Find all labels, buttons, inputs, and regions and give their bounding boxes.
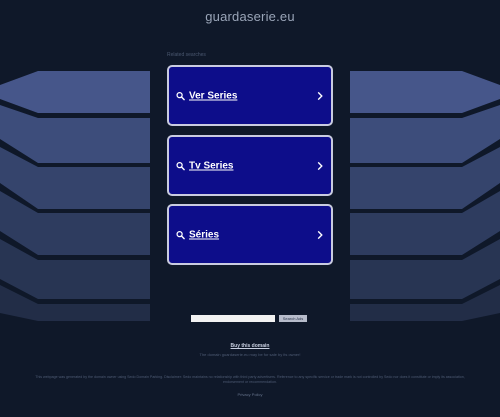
disclaimer-text: This webpage was generated by the domain…: [35, 375, 465, 384]
link-label: Tv Series: [189, 160, 234, 171]
search-row: Search Ads: [191, 315, 307, 322]
search-button[interactable]: Search Ads: [279, 315, 307, 322]
link-ver-series[interactable]: Ver Series: [167, 65, 333, 126]
chevron-right-icon: [317, 230, 323, 239]
chevron-right-icon: [317, 91, 323, 100]
privacy-policy-link[interactable]: Privacy Policy: [0, 392, 500, 397]
search-icon: [176, 230, 185, 239]
search-input[interactable]: [191, 315, 275, 322]
link-label: Séries: [189, 229, 220, 240]
owner-notice: The domain guardaserie.eu may be for sal…: [199, 352, 301, 357]
related-searches-label: Related searches: [167, 52, 206, 58]
right-decoration: [350, 55, 500, 325]
search-icon: [176, 91, 185, 100]
search-icon: [176, 161, 185, 170]
domain-title: guardaserie.eu: [205, 9, 295, 24]
left-decoration: [0, 55, 150, 325]
link-series[interactable]: Séries: [167, 204, 333, 265]
link-tv-series[interactable]: Tv Series: [167, 135, 333, 196]
chevron-right-icon: [317, 161, 323, 170]
link-label: Ver Series: [189, 90, 238, 101]
buy-domain-link[interactable]: Buy this domain: [0, 343, 500, 349]
